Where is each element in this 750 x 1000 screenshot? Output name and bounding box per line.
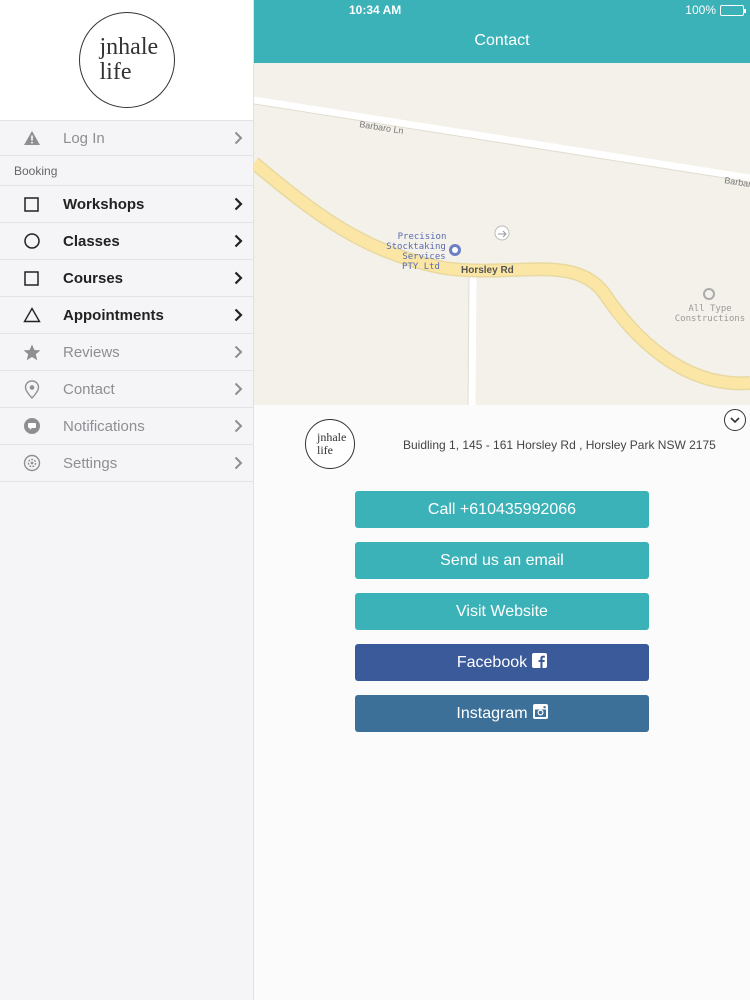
email-button[interactable]: Send us an email — [355, 542, 649, 579]
map-pin-icon — [0, 379, 63, 399]
sidebar-menu: Log In — [0, 120, 253, 156]
chevron-down-icon[interactable] — [724, 409, 746, 431]
page-title: Contact — [474, 32, 530, 49]
chevron-right-icon — [223, 271, 253, 285]
chevron-right-icon — [223, 234, 253, 248]
chevron-right-icon — [223, 197, 253, 211]
sidebar-item-label: Courses — [63, 269, 124, 287]
instagram-icon — [532, 703, 548, 724]
logo-text-line1: jnhale — [99, 34, 159, 60]
poi-precision-line3: Services — [402, 252, 445, 262]
poi-precision-line1: Precision — [398, 232, 447, 242]
website-button-label: Visit Website — [456, 602, 548, 620]
contact-actions: Call +610435992066 Send us an email Visi… — [355, 491, 649, 746]
address-text: Buidling 1, 145 - 161 Horsley Rd , Horsl… — [403, 438, 716, 452]
facebook-button[interactable]: Facebook — [355, 644, 649, 681]
sidebar-item-label: Log In — [63, 129, 105, 147]
chevron-right-icon — [223, 382, 253, 396]
call-button[interactable]: Call +610435992066 — [355, 491, 649, 528]
email-button-label: Send us an email — [440, 551, 564, 569]
navigation-bar: 10:34 AM 100% Contact — [254, 0, 750, 63]
logo-text-line2: life — [99, 59, 132, 85]
sidebar-item-classes[interactable]: Classes — [0, 223, 253, 260]
website-button[interactable]: Visit Website — [355, 593, 649, 630]
main-content: 10:34 AM 100% Contact Barbaro Ln Barbar … — [254, 0, 750, 1000]
chat-bubble-icon — [0, 417, 63, 435]
sidebar-item-courses[interactable]: Courses — [0, 260, 253, 297]
star-icon — [0, 344, 63, 361]
sidebar-item-label: Contact — [63, 380, 115, 398]
circle-icon — [0, 233, 63, 249]
chevron-right-icon — [223, 456, 253, 470]
facebook-icon — [532, 652, 548, 673]
sidebar-logo-area: jnhale life — [0, 0, 253, 120]
status-time: 10:34 AM — [349, 3, 402, 17]
triangle-icon — [0, 307, 63, 323]
sidebar-item-workshops[interactable]: Workshops — [0, 186, 253, 223]
booking-menu: Workshops Classes Courses Appointments R… — [0, 186, 253, 482]
inhale-life-logo-small: jnhale life — [305, 419, 355, 469]
gear-icon — [0, 454, 63, 472]
battery-percent: 100% — [685, 3, 716, 17]
sidebar-item-contact[interactable]: Contact — [0, 371, 253, 408]
square-icon — [0, 196, 63, 212]
sidebar-item-reviews[interactable]: Reviews — [0, 334, 253, 371]
chevron-right-icon — [223, 345, 253, 359]
facebook-button-label: Facebook — [456, 653, 528, 671]
poi-pin-icon — [449, 244, 461, 256]
contact-info-panel: jnhale life Buidling 1, 145 - 161 Horsle… — [254, 405, 750, 1000]
logo-text-line2: life — [317, 443, 333, 457]
poi-precision-line2: Stocktaking — [386, 242, 446, 252]
map-view[interactable]: Barbaro Ln Barbar Horsley Rd Precision S… — [254, 63, 750, 405]
sidebar-item-label: Appointments — [63, 306, 164, 324]
chevron-right-icon — [223, 419, 253, 433]
poi-alltype-line2: Constructions — [675, 314, 745, 324]
sidebar-item-appointments[interactable]: Appointments — [0, 297, 253, 334]
instagram-button[interactable]: Instagram — [355, 695, 649, 732]
sidebar-item-notifications[interactable]: Notifications — [0, 408, 253, 445]
sidebar-item-login[interactable]: Log In — [0, 120, 253, 156]
chevron-right-icon — [223, 131, 253, 145]
sidebar-item-label: Settings — [63, 454, 118, 472]
sidebar-item-label: Notifications — [63, 417, 145, 435]
sidebar: jnhale life Log In Booking Workshops Cla… — [0, 0, 254, 1000]
poi-precision-line4: PTY Ltd — [402, 262, 440, 272]
warning-icon — [0, 130, 63, 146]
sidebar-item-label: Reviews — [63, 343, 120, 361]
chevron-right-icon — [223, 308, 253, 322]
sidebar-item-settings[interactable]: Settings — [0, 445, 253, 482]
section-header-booking: Booking — [0, 156, 253, 186]
inhale-life-logo: jnhale life — [78, 12, 175, 108]
sidebar-item-label: Workshops — [63, 195, 145, 213]
instagram-button-label: Instagram — [456, 704, 528, 722]
sidebar-item-label: Classes — [63, 232, 120, 250]
status-battery: 100% — [685, 3, 746, 17]
square-icon — [0, 270, 63, 286]
call-button-label: Call +610435992066 — [427, 500, 577, 518]
road-label-horsley: Horsley Rd — [461, 265, 514, 276]
poi-directions-icon — [494, 225, 510, 241]
battery-icon — [720, 4, 746, 16]
poi-alltype-line1: All Type — [688, 304, 731, 314]
